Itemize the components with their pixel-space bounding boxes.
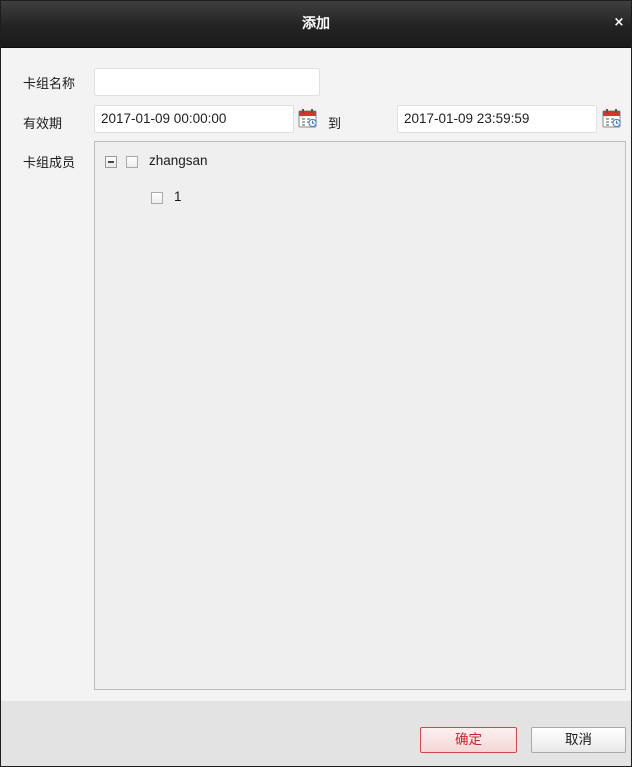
- to-label: 到: [328, 117, 342, 132]
- add-card-group-dialog: 添加 × 卡组名称 有效期 2017-01-09 00:00:00 到 2017…: [0, 0, 632, 767]
- calendar-icon[interactable]: [602, 108, 622, 128]
- members-tree[interactable]: zhangsan 1: [94, 141, 626, 690]
- start-time-input[interactable]: 2017-01-09 00:00:00: [94, 105, 294, 133]
- checkbox-icon[interactable]: [151, 192, 163, 204]
- checkbox-icon[interactable]: [126, 156, 138, 168]
- collapse-icon[interactable]: [105, 156, 117, 168]
- group-name-label: 卡组名称: [23, 77, 76, 92]
- dialog-footer: 确定 取消: [1, 701, 631, 766]
- cancel-button[interactable]: 取消: [531, 727, 626, 753]
- calendar-icon[interactable]: [298, 108, 318, 128]
- end-time-input[interactable]: 2017-01-09 23:59:59: [397, 105, 597, 133]
- title-bar: 添加 ×: [1, 1, 631, 48]
- members-label: 卡组成员: [23, 156, 76, 171]
- group-name-input[interactable]: [94, 68, 320, 96]
- ok-button[interactable]: 确定: [420, 727, 517, 753]
- tree-node-label: 1: [174, 189, 182, 204]
- close-icon[interactable]: ×: [611, 14, 627, 32]
- validity-label: 有效期: [23, 117, 63, 132]
- dialog-title: 添加: [302, 16, 330, 32]
- tree-node-label: zhangsan: [149, 153, 208, 168]
